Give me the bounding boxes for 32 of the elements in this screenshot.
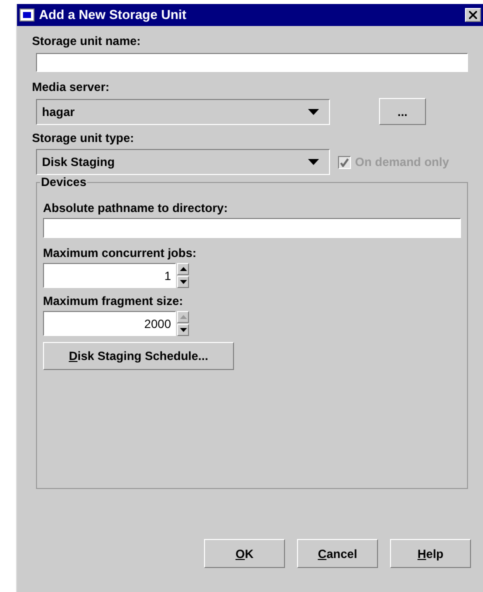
group-title: Devices: [40, 175, 88, 189]
dialog-button[interactable]: OK: [204, 539, 285, 568]
down-arrow-icon: [180, 328, 186, 332]
storage-unit-name-field[interactable]: [36, 53, 468, 72]
spin-up-button[interactable]: [177, 263, 189, 275]
dropdown[interactable]: Disk Staging: [36, 149, 330, 175]
window-title: Add a New Storage Unit: [39, 6, 188, 24]
dropdown[interactable]: hagar: [36, 98, 330, 124]
field-label: Maximum fragment size:: [43, 294, 184, 308]
dropdown-arrow-icon: [308, 108, 319, 114]
dialog-button[interactable]: Cancel: [297, 539, 378, 568]
number-field[interactable]: 1: [43, 263, 176, 288]
disk-staging-schedule-button[interactable]: Disk Staging Schedule...: [43, 342, 234, 370]
dialog-button[interactable]: Help: [390, 539, 471, 568]
pathname-field[interactable]: [43, 218, 461, 238]
up-arrow-icon: [180, 315, 186, 319]
browse-button[interactable]: ...: [379, 98, 426, 125]
checkmark-icon: [340, 158, 349, 166]
field-label: Absolute pathname to directory:: [43, 201, 228, 215]
down-arrow-icon: [180, 280, 186, 284]
close-button[interactable]: [465, 8, 481, 22]
close-icon: [469, 11, 477, 19]
field-label: Maximum concurrent jobs:: [43, 246, 196, 260]
up-arrow-icon: [180, 267, 186, 271]
field-label: Storage unit name:: [32, 34, 141, 48]
number-field[interactable]: 2000: [43, 311, 176, 336]
window-icon: [19, 7, 35, 23]
spin-down-button[interactable]: [177, 324, 189, 336]
spin-down-button[interactable]: [177, 276, 189, 288]
dropdown-arrow-icon: [308, 159, 319, 165]
field-label: Media server:: [32, 80, 110, 94]
field-label: Storage unit type:: [32, 131, 134, 145]
